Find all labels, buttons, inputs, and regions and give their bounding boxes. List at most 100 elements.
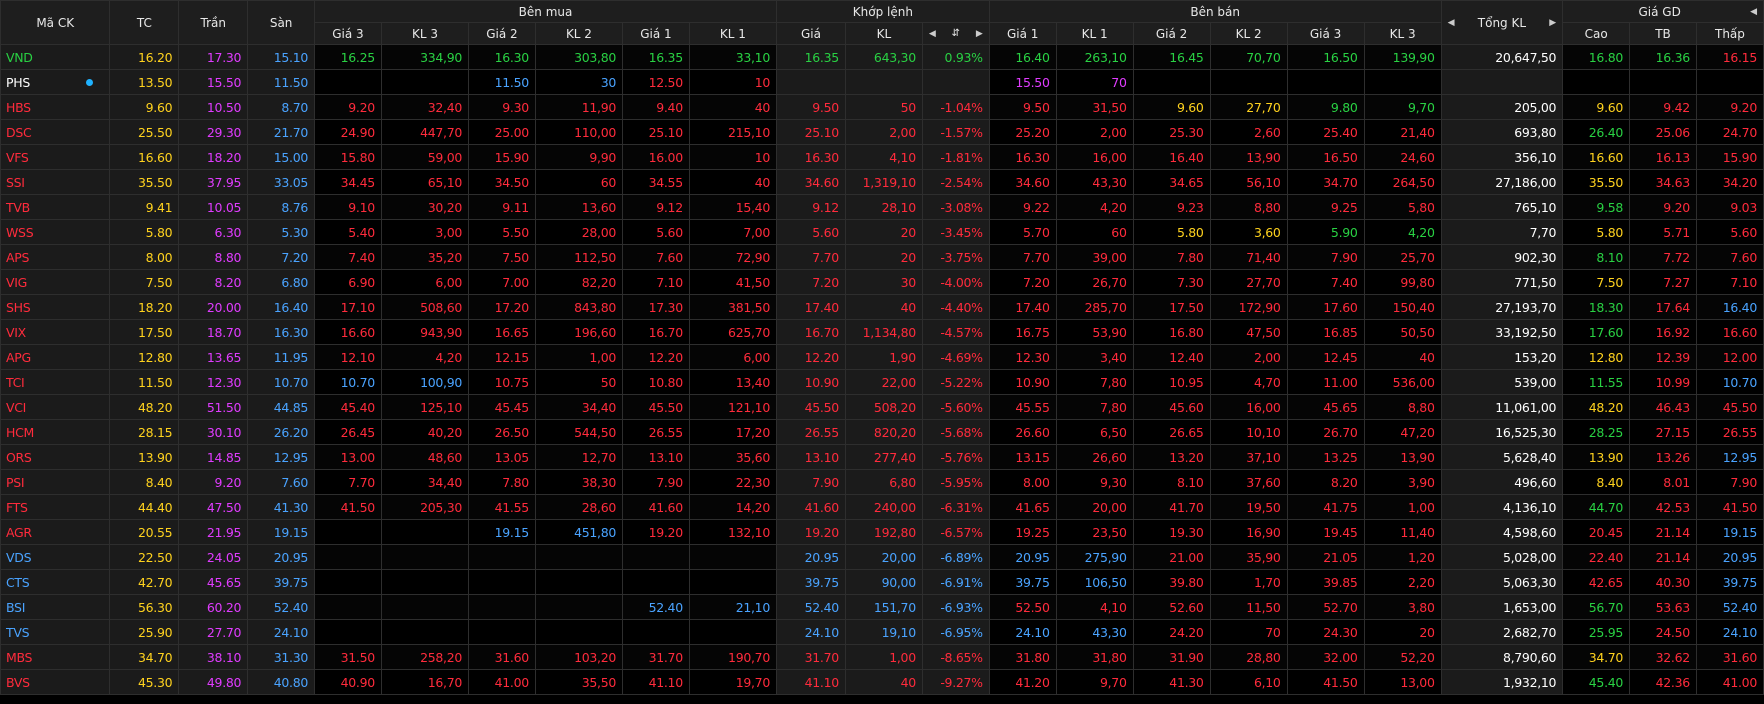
- sell-volume-1-value: 70: [1111, 74, 1127, 90]
- table-row[interactable]: WSS 5.80 6.30 5.30 5.40 3,00 5.50 28,00 5.60 7,00…: [0, 219, 1764, 245]
- col-sell-price-1[interactable]: Giá 1: [988, 22, 1057, 45]
- col-symbol[interactable]: Mã CK: [0, 0, 111, 45]
- symbol-cell[interactable]: TVS: [0, 619, 111, 645]
- symbol-cell[interactable]: VIX: [0, 319, 111, 345]
- total-volume: 4,136,10: [1440, 494, 1564, 520]
- table-row[interactable]: VIX 17.50 18.70 16.30 16.60 943,90 16.65 196,60…: [0, 319, 1764, 345]
- table-row[interactable]: TVB 9.41 10.05 8.76 9.10 30,20 9.11 13,60 9.12 15…: [0, 194, 1764, 220]
- match-change-pct-value: -4.40%: [940, 299, 983, 315]
- col-ceiling[interactable]: Trần: [178, 0, 249, 45]
- table-row[interactable]: SSI 35.50 37.95 33.05 34.45 65,10 34.50 60 34.55…: [0, 169, 1764, 195]
- average-price: 5.71: [1629, 219, 1697, 245]
- sell-price-1-value: 5.70: [1022, 224, 1050, 240]
- sell-volume-2-value: 3,60: [1253, 224, 1281, 240]
- symbol-cell[interactable]: DSC: [0, 119, 111, 145]
- col-buy-vol-3[interactable]: KL 3: [380, 22, 470, 45]
- table-row[interactable]: SHS 18.20 20.00 16.40 17.10 508,60 17.20 843,80…: [0, 294, 1764, 320]
- col-match-price[interactable]: Giá: [776, 22, 846, 45]
- table-row[interactable]: TVS 25.90 27.70 24.10 24.10 19,10 -6.95% 24.10 4…: [0, 619, 1764, 645]
- symbol-cell[interactable]: SSI: [0, 169, 111, 195]
- symbol-cell[interactable]: PSI: [0, 469, 111, 495]
- buy-price-2-value: 7.80: [502, 474, 529, 490]
- col-average[interactable]: TB: [1629, 22, 1697, 45]
- table-row[interactable]: VCI 48.20 51.50 44.85 45.40 125,10 45.45 34,40 4…: [0, 394, 1764, 420]
- col-reference[interactable]: TC: [109, 0, 180, 45]
- col-buy-price-3[interactable]: Giá 3: [314, 22, 382, 45]
- col-buy-price-1[interactable]: Giá 1: [622, 22, 690, 45]
- table-row[interactable]: APG 12.80 13.65 11.95 12.10 4,20 12.15 1,00 12.2…: [0, 344, 1764, 370]
- symbol-cell[interactable]: PHS: [0, 69, 111, 95]
- table-row[interactable]: VIG 7.50 8.20 6.80 6.90 6,00 7.00 82,20 7.10 41,5…: [0, 269, 1764, 295]
- symbol-cell[interactable]: HCM: [0, 419, 111, 445]
- symbol-cell[interactable]: AGR: [0, 519, 111, 545]
- col-match-change[interactable]: ◀ ⇵ ▶: [921, 22, 990, 45]
- table-row[interactable]: BSI 56.30 60.20 52.40 52.40 21,10 52.40 151,70 -…: [0, 594, 1764, 620]
- symbol-cell[interactable]: VIG: [0, 269, 111, 295]
- symbol-cell[interactable]: ORS: [0, 444, 111, 470]
- col-high[interactable]: Cao: [1562, 22, 1631, 45]
- high-price-value: 35.50: [1588, 174, 1624, 190]
- col-sell-vol-2[interactable]: KL 2: [1209, 22, 1288, 45]
- table-row[interactable]: DSC 25.50 29.30 21.70 24.90 447,70 25.00 110,00…: [0, 119, 1764, 145]
- caret-left-icon[interactable]: ◀: [929, 29, 936, 39]
- table-row[interactable]: VDS 22.50 24.05 20.95 20.95 20,00 -6.89% 20.95 2…: [0, 544, 1764, 570]
- sort-icon[interactable]: ⇵: [952, 28, 960, 39]
- buy-price-1: 25.10: [622, 119, 690, 145]
- symbol-cell[interactable]: VFS: [0, 144, 111, 170]
- symbol-cell[interactable]: BVS: [0, 669, 111, 695]
- low-price: 16.15: [1695, 44, 1764, 70]
- col-buy-vol-2[interactable]: KL 2: [534, 22, 624, 45]
- caret-left-icon[interactable]: ◀: [1750, 7, 1757, 17]
- symbol-cell[interactable]: APG: [0, 344, 111, 370]
- table-row[interactable]: HBS 9.60 10.50 8.70 9.20 32,40 9.30 11,90 9.40 40…: [0, 94, 1764, 120]
- table-row[interactable]: MBS 34.70 38.10 31.30 31.50 258,20 31.60 103,20…: [0, 644, 1764, 670]
- symbol-cell[interactable]: VCI: [0, 394, 111, 420]
- average-price: 16.13: [1629, 144, 1697, 170]
- symbol-cell[interactable]: TVB: [0, 194, 111, 220]
- sell-price-2-value: 5.80: [1176, 224, 1204, 240]
- table-row[interactable]: BVS 45.30 49.80 40.80 40.90 16,70 41.00 35,50 41…: [0, 669, 1764, 695]
- symbol-cell[interactable]: HBS: [0, 94, 111, 120]
- col-low[interactable]: Thấp: [1695, 22, 1764, 45]
- symbol-cell[interactable]: CTS: [0, 569, 111, 595]
- col-buy-vol-1[interactable]: KL 1: [688, 22, 778, 45]
- table-row[interactable]: ORS 13.90 14.85 12.95 13.00 48,60 13.05 12,70 13…: [0, 444, 1764, 470]
- symbol-cell[interactable]: VND: [0, 44, 111, 70]
- col-floor[interactable]: Sàn: [247, 0, 316, 45]
- symbol-cell[interactable]: SHS: [0, 294, 111, 320]
- match-volume: 1,00: [844, 644, 923, 670]
- col-sell-price-2[interactable]: Giá 2: [1132, 22, 1211, 45]
- symbol-cell[interactable]: TCI: [0, 369, 111, 395]
- col-sell-vol-3[interactable]: KL 3: [1363, 22, 1442, 45]
- table-row[interactable]: VFS 16.60 18.20 15.00 15.80 59,00 15.90 9,90 16.…: [0, 144, 1764, 170]
- table-row[interactable]: AGR 20.55 21.95 19.15 19.15 451,80 19.20 132,10…: [0, 519, 1764, 545]
- total-volume-value: 20,647,50: [1495, 49, 1557, 65]
- buy-price-2: 7.50: [468, 244, 536, 270]
- symbol-cell[interactable]: WSS: [0, 219, 111, 245]
- symbol-cell[interactable]: APS: [0, 244, 111, 270]
- table-row[interactable]: PSI 8.40 9.20 7.60 7.70 34,40 7.80 38,30 7.90 22,…: [0, 469, 1764, 495]
- table-row[interactable]: HCM 28.15 30.10 26.20 26.45 40,20 26.50 544,50 2…: [0, 419, 1764, 445]
- info-dot-icon[interactable]: [86, 79, 94, 86]
- table-row[interactable]: APS 8.00 8.80 7.20 7.40 35,20 7.50 112,50 7.60 72…: [0, 244, 1764, 270]
- symbol-cell[interactable]: MBS: [0, 644, 111, 670]
- caret-right-icon[interactable]: ▶: [976, 29, 983, 39]
- col-sell-vol-1[interactable]: KL 1: [1055, 22, 1134, 45]
- high-price-value: 42.65: [1588, 574, 1624, 590]
- caret-left-icon[interactable]: ◀: [1448, 18, 1455, 28]
- symbol-cell[interactable]: BSI: [0, 594, 111, 620]
- col-total-volume[interactable]: ◀ Tổng KL ▶: [1440, 0, 1564, 45]
- col-sell-price-3[interactable]: Giá 3: [1286, 22, 1365, 45]
- symbol-cell[interactable]: VDS: [0, 544, 111, 570]
- buy-price-1-value: 9.40: [656, 99, 683, 115]
- table-row[interactable]: VND 16.20 17.30 15.10 16.25 334,90 16.30 303,80…: [0, 44, 1764, 70]
- table-row[interactable]: TCI 11.50 12.30 10.70 10.70 100,90 10.75 50 10.8…: [0, 369, 1764, 395]
- symbol-cell[interactable]: FTS: [0, 494, 111, 520]
- col-buy-price-2[interactable]: Giá 2: [468, 22, 536, 45]
- col-match-volume[interactable]: KL: [844, 22, 923, 45]
- table-row[interactable]: FTS 44.40 47.50 41.30 41.50 205,30 41.55 28,60 4…: [0, 494, 1764, 520]
- caret-right-icon[interactable]: ▶: [1549, 18, 1556, 28]
- table-row[interactable]: CTS 42.70 45.65 39.75 39.75 90,00 -6.91% 39.75 1…: [0, 569, 1764, 595]
- table-row[interactable]: PHS 13.50 15.50 11.50 11.50 30 12.50 10 15.50 70: [0, 69, 1764, 95]
- buy-price-2-value: 17.20: [494, 299, 530, 315]
